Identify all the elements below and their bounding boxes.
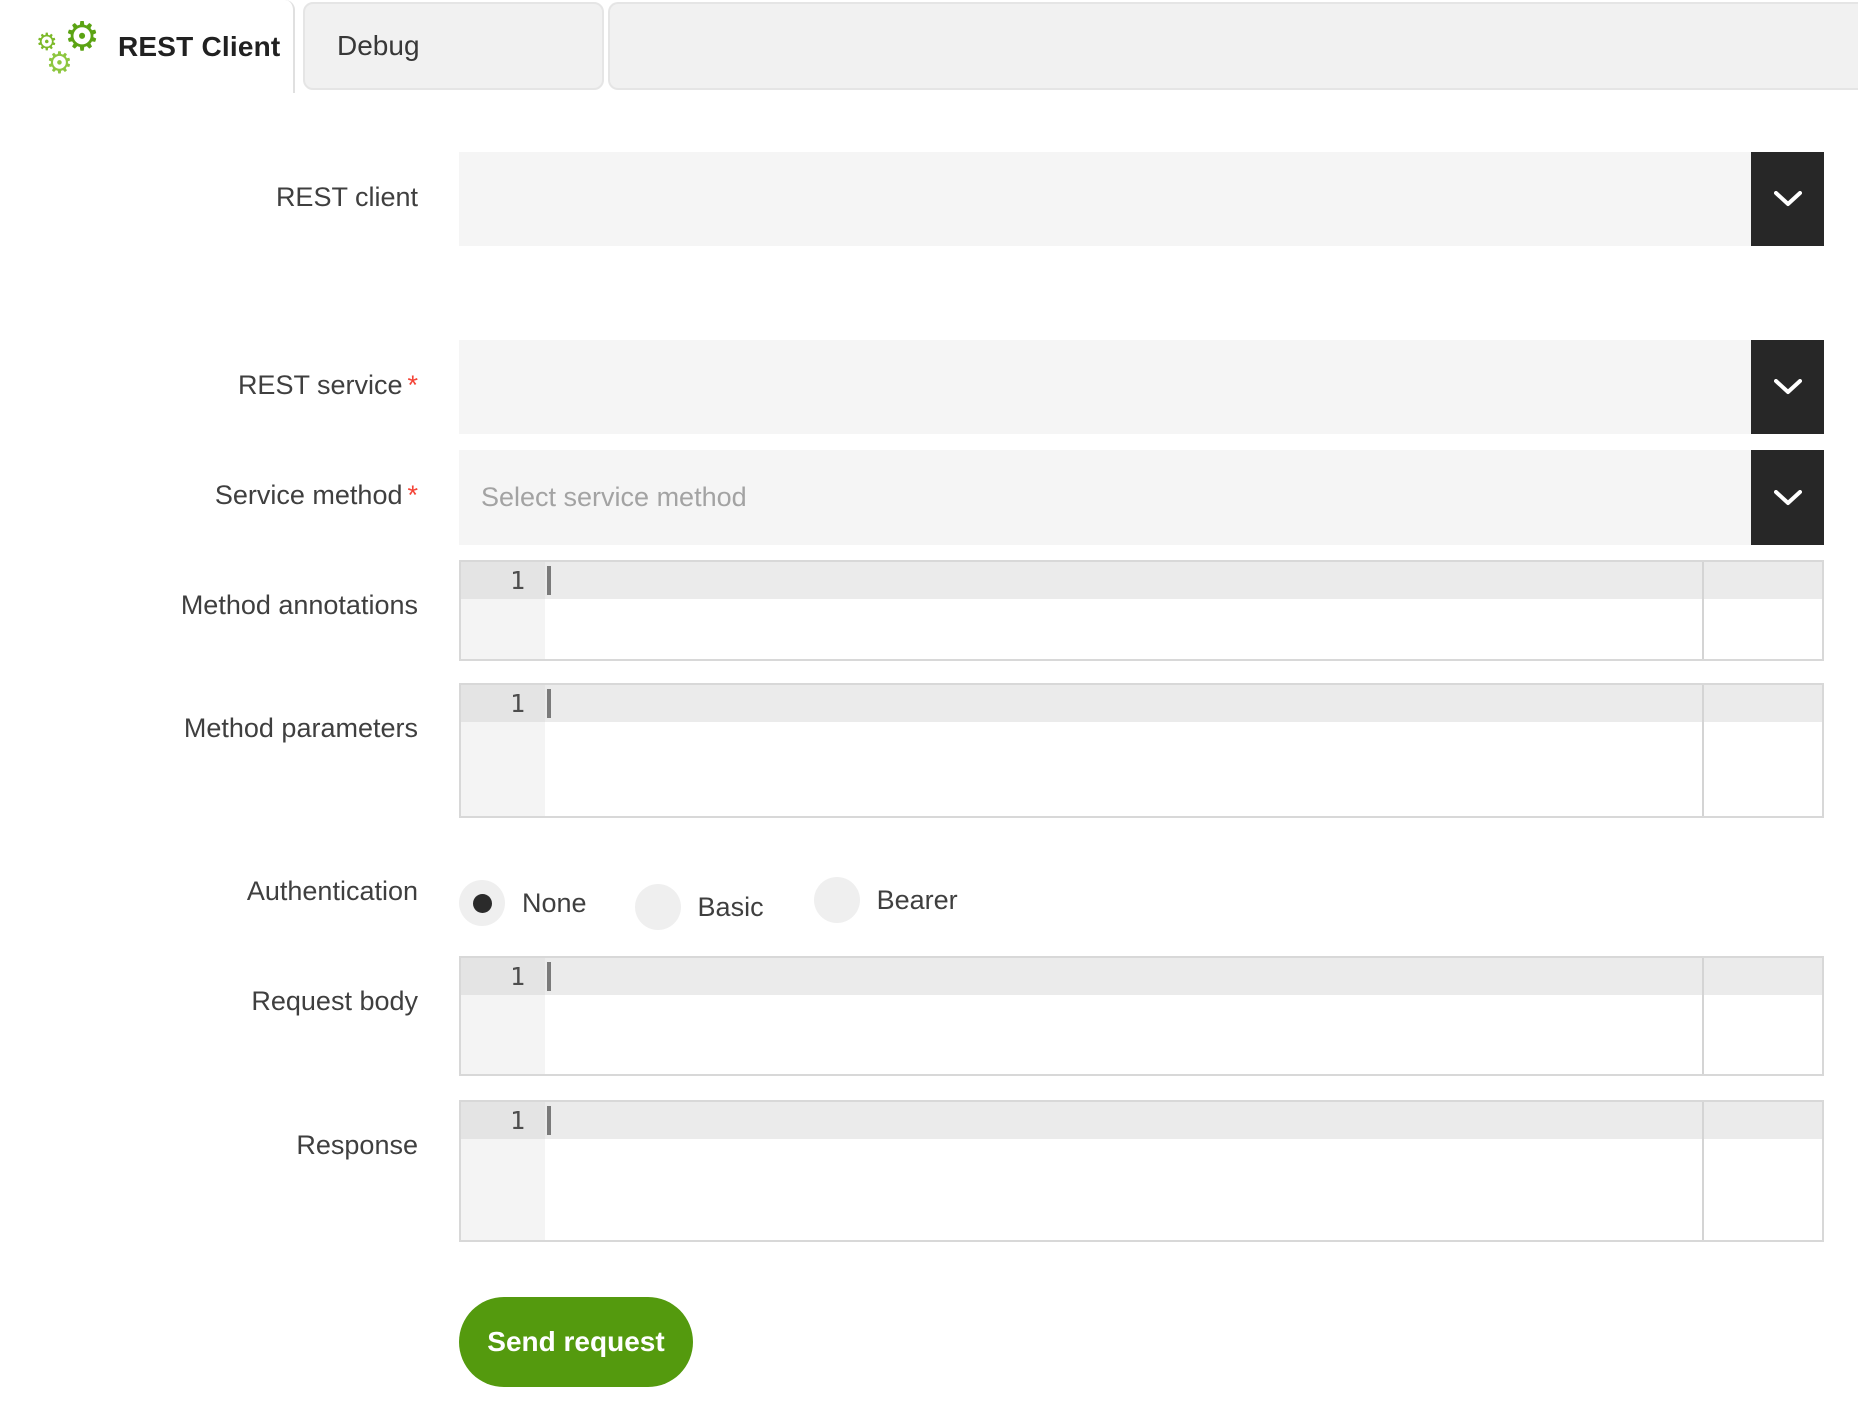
- chevron-down-icon: [1774, 379, 1802, 395]
- method-annotations-label: Method annotations: [0, 560, 459, 661]
- radio-basic-label: Basic: [698, 892, 764, 923]
- method-parameters-label: Method parameters: [0, 683, 459, 818]
- editor-right-pane: [1702, 685, 1822, 816]
- editor-code-area[interactable]: [545, 685, 1702, 816]
- text-cursor: [547, 962, 551, 991]
- response-row: Response 1: [0, 1100, 1858, 1242]
- line-number: 1: [461, 1102, 545, 1139]
- text-cursor: [547, 689, 551, 718]
- service-method-dropdown-button[interactable]: [1751, 450, 1824, 545]
- editor-code-area[interactable]: [545, 562, 1702, 659]
- rest-client-select[interactable]: [459, 152, 1824, 246]
- radio-none[interactable]: None: [459, 880, 587, 926]
- service-method-label: Service method*: [0, 450, 459, 545]
- tab-debug-label: Debug: [337, 30, 420, 62]
- send-request-button[interactable]: Send request: [459, 1297, 693, 1387]
- rest-service-label: REST service*: [0, 340, 459, 434]
- response-editor[interactable]: 1: [459, 1100, 1824, 1242]
- editor-right-pane: [1702, 1102, 1822, 1240]
- tab-bar-filler: [608, 2, 1858, 90]
- required-asterisk: *: [407, 480, 418, 510]
- rest-service-select[interactable]: [459, 340, 1824, 434]
- rest-client-row: REST client: [0, 152, 1858, 246]
- rest-service-row: REST service*: [0, 340, 1858, 434]
- text-cursor: [547, 566, 551, 595]
- tab-bar: ⚙ ⚙ ⚙ REST Client Debug: [0, 0, 1858, 95]
- radio-bearer-label: Bearer: [877, 885, 958, 916]
- radio-basic[interactable]: Basic: [635, 884, 764, 930]
- tab-debug[interactable]: Debug: [303, 2, 604, 90]
- radio-unselected-icon: [814, 877, 860, 923]
- radio-selected-icon: [459, 880, 505, 926]
- response-label: Response: [0, 1100, 459, 1242]
- service-method-placeholder: Select service method: [481, 450, 747, 545]
- radio-unselected-icon: [635, 884, 681, 930]
- method-parameters-row: Method parameters 1: [0, 683, 1858, 818]
- request-body-editor[interactable]: 1: [459, 956, 1824, 1076]
- editor-code-area[interactable]: [545, 958, 1702, 1074]
- text-cursor: [547, 1106, 551, 1135]
- method-annotations-editor[interactable]: 1: [459, 560, 1824, 661]
- line-number: 1: [461, 685, 545, 722]
- editor-line-gutter: 1: [461, 958, 545, 1074]
- editor-right-pane: [1702, 958, 1822, 1074]
- radio-bearer[interactable]: Bearer: [814, 877, 958, 923]
- editor-code-area[interactable]: [545, 1102, 1702, 1240]
- radio-none-label: None: [522, 888, 587, 919]
- chevron-down-icon: [1774, 490, 1802, 506]
- editor-line-gutter: 1: [461, 685, 545, 816]
- tab-rest-client[interactable]: ⚙ ⚙ ⚙ REST Client: [0, 0, 295, 93]
- request-body-label: Request body: [0, 956, 459, 1076]
- authentication-radio-group: None Basic Bearer: [459, 862, 1824, 926]
- required-asterisk: *: [407, 370, 418, 400]
- method-annotations-row: Method annotations 1: [0, 560, 1858, 661]
- editor-line-gutter: 1: [461, 1102, 545, 1240]
- chevron-down-icon: [1774, 191, 1802, 207]
- rest-client-label: REST client: [0, 152, 459, 246]
- service-method-row: Service method* Select service method: [0, 450, 1858, 545]
- rest-service-dropdown-button[interactable]: [1751, 340, 1824, 434]
- gear-icon: ⚙: [46, 49, 73, 79]
- editor-right-pane: [1702, 562, 1822, 659]
- authentication-label: Authentication: [0, 862, 459, 926]
- gears-icon: ⚙ ⚙ ⚙: [36, 21, 98, 73]
- line-number: 1: [461, 562, 545, 599]
- request-body-row: Request body 1: [0, 956, 1858, 1076]
- line-number: 1: [461, 958, 545, 995]
- authentication-row: Authentication None Basic Bearer: [0, 862, 1858, 926]
- method-parameters-editor[interactable]: 1: [459, 683, 1824, 818]
- editor-line-gutter: 1: [461, 562, 545, 659]
- rest-client-dropdown-button[interactable]: [1751, 152, 1824, 246]
- tab-rest-client-label: REST Client: [118, 31, 280, 63]
- service-method-select[interactable]: Select service method: [459, 450, 1824, 545]
